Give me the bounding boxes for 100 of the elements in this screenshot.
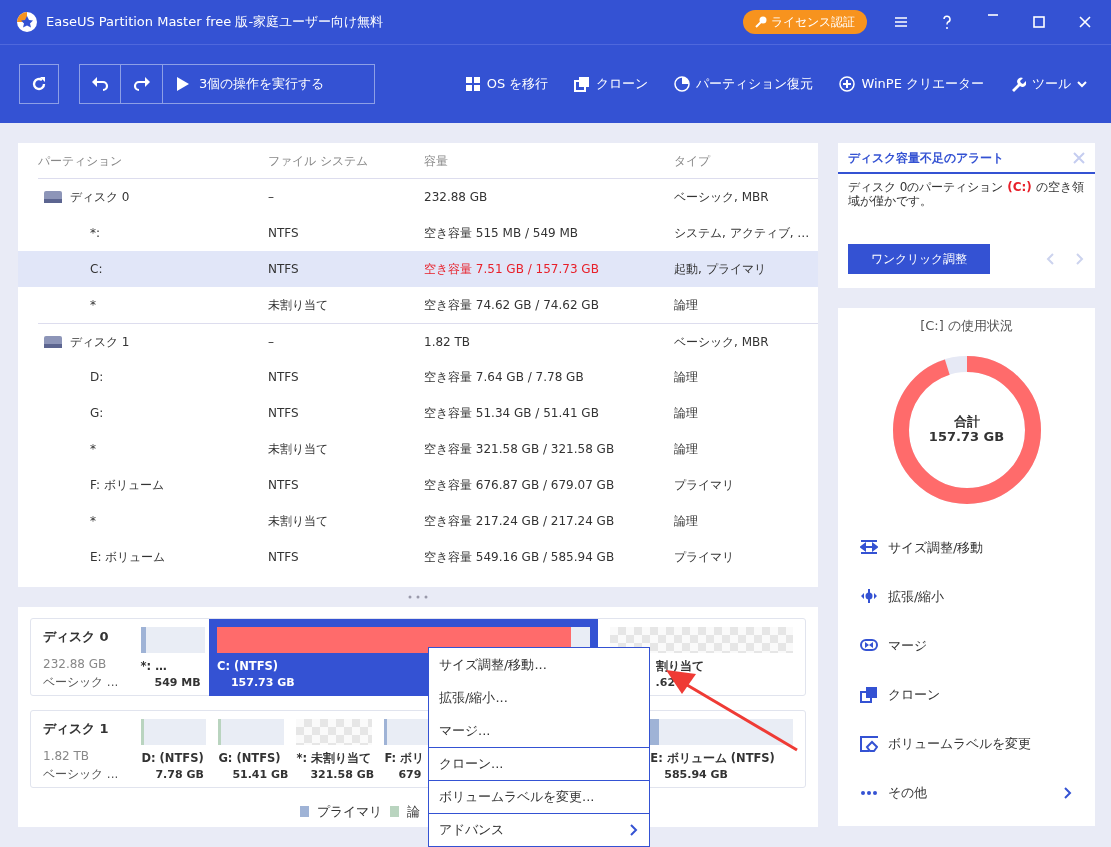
window-title: EaseUS Partition Master free 版-家庭ユーザー向け無料 — [46, 13, 384, 32]
column-header: タイプ — [674, 152, 712, 170]
redo-button[interactable] — [121, 64, 163, 104]
table-cell-text: 空き容量 549.16 GB / 585.94 GB — [424, 549, 616, 566]
action-item[interactable]: クローン — [860, 670, 1073, 720]
close-icon — [1077, 14, 1093, 30]
partition-size: 7.78 GB — [155, 767, 204, 784]
toolbar-button[interactable]: WinPE クリエーター — [839, 74, 984, 94]
disk-name: ディスク 1 — [43, 720, 110, 738]
action-item[interactable]: その他 — [860, 768, 1073, 818]
table-cell-text: 空き容量 74.62 GB / 74.62 GB — [424, 297, 600, 314]
table-cell-text: 232.88 GB — [424, 189, 489, 206]
chevron-right-icon — [629, 823, 639, 837]
menu-item[interactable]: アドバンス — [429, 813, 649, 846]
partition-row[interactable]: * 未割り当て 空き容量 217.24 GB / 217.24 GB 論理 — [18, 503, 818, 539]
action-item[interactable]: ボリュームラベルを変更 — [860, 719, 1073, 769]
splitter-handle[interactable] — [408, 595, 428, 599]
chevron-down-icon — [1077, 79, 1087, 89]
toolbar-button[interactable]: OS を移行 — [464, 74, 549, 94]
partition-label: C: (NTFS) — [216, 658, 279, 675]
table-cell-text: 論理 — [674, 297, 699, 314]
key-icon — [755, 16, 767, 28]
disk-name: ディスク 0 — [70, 189, 130, 206]
partition-block[interactable]: 割り当て .62 — [609, 627, 793, 697]
play-icon — [177, 77, 189, 91]
partition-size: 585.94 GB — [664, 767, 728, 784]
partition-size: 679 — [398, 767, 422, 784]
action-item[interactable]: マージ — [860, 621, 1073, 671]
partition-block[interactable]: D: (NTFS) 7.78 GB — [141, 719, 207, 789]
table-cell-text: NTFS — [268, 261, 300, 278]
close-icon — [1073, 151, 1085, 164]
partition-row[interactable]: F: ボリューム NTFS 空き容量 676.87 GB / 679.07 GB プライマリ — [18, 467, 818, 503]
partition-row[interactable]: *: NTFS 空き容量 515 MB / 549 MB システム, アクティブ, … — [18, 215, 818, 251]
partition-label: D: (NTFS) — [141, 750, 204, 767]
total-label: 合計 — [952, 413, 981, 430]
pie-icon — [674, 76, 691, 92]
table-cell-text: ベーシック, MBR — [674, 189, 770, 206]
disk-size: 232.88 GB — [43, 655, 108, 673]
toolbar-button[interactable]: クローン — [574, 74, 649, 94]
partition-row[interactable]: C: NTFS 空き容量 7.51 GB / 157.73 GB 起動, プライマリ — [18, 251, 818, 287]
partition-label: 割り当て — [655, 658, 704, 675]
alert-title: ディスク容量不足のアラート — [848, 149, 1004, 167]
action-item[interactable]: 拡張/縮小 — [860, 572, 1073, 622]
partition-label: *: … — [140, 658, 167, 675]
chevron-right-icon — [1063, 786, 1073, 800]
table-cell-text: – — [268, 189, 275, 206]
disk-size: 1.82 TB — [43, 747, 91, 765]
redo-icon — [132, 75, 151, 93]
table-cell-text: E: ボリューム — [89, 549, 167, 566]
menu-item[interactable]: クローン... — [429, 747, 649, 780]
disk-name: ディスク 1 — [70, 333, 130, 351]
legend-label: 論 — [407, 803, 420, 821]
column-header: ファイル システム — [268, 152, 369, 170]
table-cell-text: – — [268, 333, 275, 351]
table-cell-text: NTFS — [268, 477, 300, 494]
column-header: 容量 — [424, 152, 449, 170]
partition-row[interactable]: * 未割り当て 空き容量 74.62 GB / 74.62 GB 論理 — [18, 287, 818, 323]
partition-block[interactable]: E: ボリューム (NTFS) 585.94 GB — [650, 719, 793, 789]
refresh-button[interactable] — [19, 64, 59, 104]
tag-icon — [860, 736, 878, 752]
one-click-adjust-button[interactable]: ワンクリック調整 — [848, 244, 990, 274]
plus-circle-icon — [839, 76, 856, 92]
toolbar-button[interactable]: パーティション復元 — [674, 74, 814, 94]
table-cell-text: 空き容量 51.34 GB / 51.41 GB — [424, 405, 600, 422]
disk-type: ベーシック ... — [43, 765, 120, 783]
partition-row[interactable]: G: NTFS 空き容量 51.34 GB / 51.41 GB 論理 — [18, 395, 818, 431]
table-cell-text: 空き容量 217.24 GB / 217.24 GB — [424, 513, 616, 530]
table-cell-text: 論理 — [674, 513, 699, 530]
table-cell-text: NTFS — [268, 549, 300, 566]
table-cell-text: NTFS — [268, 225, 300, 242]
alert-message: ディスク 0のパーティション (C:) の空き領域が僅かです。 — [847, 179, 1085, 211]
table-cell-text: 空き容量 7.51 GB / 157.73 GB — [424, 261, 600, 278]
wrench-icon — [1010, 76, 1026, 92]
undo-button[interactable] — [79, 64, 121, 104]
partition-size: 549 MB — [154, 675, 201, 692]
partition-block[interactable]: *: 未割り当て 321.58 GB — [296, 719, 373, 789]
table-cell-text: NTFS — [268, 405, 300, 422]
action-item[interactable]: サイズ調整/移動 — [860, 523, 1073, 573]
partition-row[interactable]: E: ボリューム NTFS 空き容量 549.16 GB / 585.94 GB プライマリ — [18, 539, 818, 575]
maximize-icon — [1031, 14, 1047, 30]
merge-icon — [860, 638, 878, 654]
table-cell-text: 1.82 TB — [424, 333, 472, 351]
table-cell-text: 空き容量 515 MB / 549 MB — [424, 225, 580, 242]
windows-icon — [464, 76, 481, 92]
menu-item[interactable]: ボリュームラベルを変更... — [429, 780, 649, 813]
table-cell-text: 未割り当て — [268, 513, 329, 530]
usage-title: [C:] の使用状況 — [919, 317, 1014, 335]
table-cell-text: D: — [89, 369, 105, 386]
partition-row[interactable]: D: NTFS 空き容量 7.64 GB / 7.78 GB 論理 — [18, 359, 818, 395]
column-header: パーティション — [38, 152, 123, 170]
toolbar-button[interactable]: ツール — [1010, 74, 1087, 94]
menu-item[interactable]: マージ... — [429, 714, 649, 747]
partition-label: F: ボリ — [384, 750, 425, 767]
partition-row[interactable]: * 未割り当て 空き容量 321.58 GB / 321.58 GB 論理 — [18, 431, 818, 467]
partition-label: *: 未割り当て — [296, 750, 371, 767]
legend-label: プライマリ — [317, 803, 382, 821]
run-operations-button[interactable]: 3個の操作を実行する — [163, 64, 375, 104]
undo-icon — [91, 75, 109, 93]
table-cell-text: * — [89, 297, 97, 314]
partition-block[interactable]: *: … 549 MB — [140, 627, 205, 697]
